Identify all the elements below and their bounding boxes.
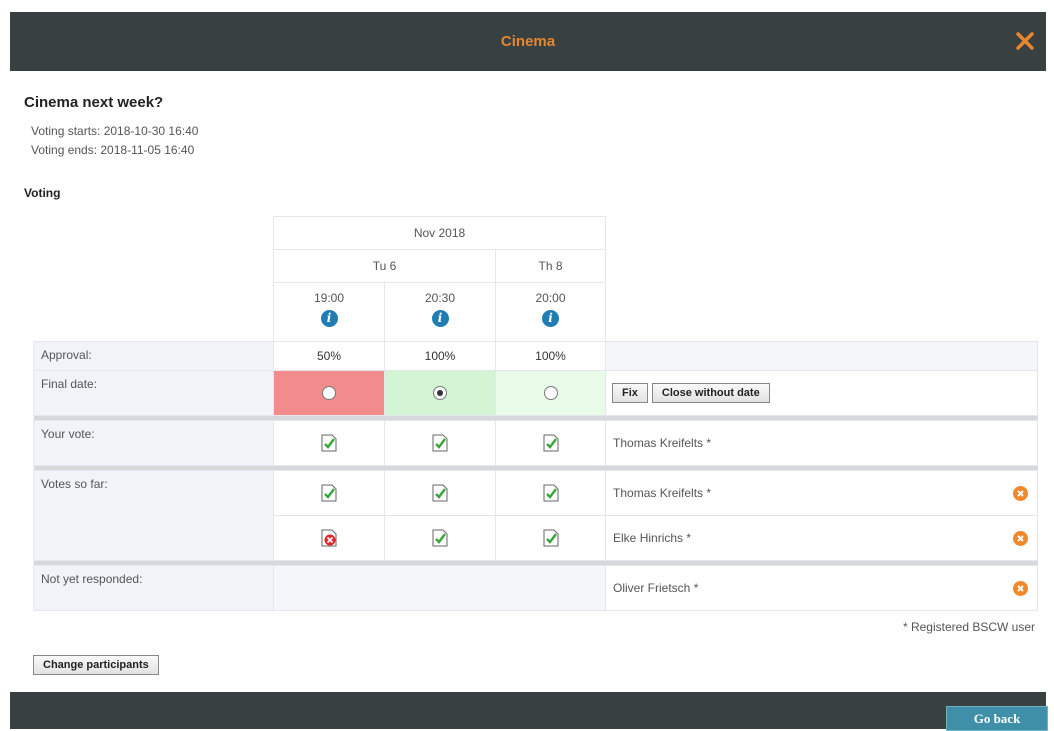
vote-cell	[494, 470, 607, 516]
vote-cell[interactable]	[384, 420, 496, 466]
final-date-option[interactable]	[494, 370, 607, 416]
vote-yes-icon	[432, 484, 448, 502]
footnote: * Registered BSCW user	[902, 620, 1035, 634]
vote-yes-icon	[543, 529, 559, 547]
final-date-radio[interactable]	[543, 386, 558, 401]
remove-icon[interactable]	[1013, 581, 1029, 596]
vote-cell	[494, 515, 607, 561]
day-header: Th 8	[494, 249, 607, 283]
bottom-bar	[10, 692, 1046, 729]
approval-value: 50%	[273, 341, 385, 371]
day-header: Tu 6	[273, 249, 496, 283]
pending-row: Oliver Frietsch *	[605, 565, 1039, 611]
vote-cell	[384, 515, 496, 561]
voter-name: Thomas Kreifelts *	[613, 486, 712, 500]
approval-label-text: Approval:	[41, 348, 92, 362]
poll-heading: Cinema next week?	[24, 94, 164, 111]
month-header: Nov 2018	[272, 216, 607, 250]
remove-icon[interactable]	[1013, 531, 1029, 546]
approval-value: 100%	[494, 341, 607, 371]
vote-yes-icon[interactable]	[432, 434, 448, 452]
your-vote-label-text: Your vote:	[41, 427, 95, 441]
vote-cell	[273, 515, 385, 561]
info-icon[interactable]: i	[431, 310, 449, 327]
vote-yes-icon	[543, 484, 559, 502]
approval-empty	[605, 341, 1039, 371]
vote-yes-icon	[432, 529, 448, 547]
info-icon[interactable]: i	[542, 310, 559, 327]
vote-yes-icon	[321, 484, 337, 502]
time-label: 20:00	[535, 291, 566, 305]
change-participants-button[interactable]: Change participants	[33, 655, 159, 675]
final-date-option[interactable]	[273, 370, 385, 416]
vote-cell[interactable]	[494, 420, 607, 466]
info-icon[interactable]: i	[320, 310, 338, 327]
your-vote-name: Thomas Kreifelts *	[605, 420, 1039, 466]
close-icon[interactable]	[1010, 26, 1040, 56]
window-title: Cinema	[500, 33, 556, 50]
vote-cell	[384, 470, 496, 516]
voting-section-title: Voting	[24, 186, 61, 200]
vote-no-icon	[321, 529, 337, 547]
approval-label: Approval:	[33, 341, 274, 371]
not-yet-responded-label: Not yet responded:	[33, 565, 274, 611]
time-label: 20:30	[424, 291, 456, 305]
time-label: 19:00	[313, 291, 345, 305]
title-bar: Cinema	[10, 12, 1046, 71]
final-date-label-text: Final date:	[41, 377, 98, 391]
voter-row: Elke Hinrichs *	[605, 515, 1039, 561]
vote-cell	[273, 470, 385, 516]
vote-yes-icon[interactable]	[321, 434, 337, 452]
pending-name: Oliver Frietsch *	[613, 581, 699, 595]
go-back-button[interactable]: Go back	[946, 706, 1048, 731]
not-yet-label-text: Not yet responded:	[41, 572, 143, 586]
final-date-actions: Fix Close without date	[605, 370, 1039, 416]
time-slot: 20:00 i	[494, 282, 607, 342]
your-vote-label: Your vote:	[33, 420, 274, 466]
vote-yes-icon[interactable]	[543, 434, 559, 452]
voter-row: Thomas Kreifelts *	[605, 470, 1039, 516]
vote-cell[interactable]	[273, 420, 385, 466]
votes-so-far-label-text: Votes so far:	[41, 477, 108, 491]
votes-so-far-label: Votes so far:	[33, 470, 274, 561]
fix-button[interactable]: Fix	[612, 383, 648, 403]
voter-name: Elke Hinrichs *	[613, 531, 692, 545]
final-date-radio-selected[interactable]	[433, 386, 447, 401]
voting-starts: Voting starts: 2018-10-30 16:40	[31, 124, 199, 138]
remove-icon[interactable]	[1013, 486, 1029, 501]
approval-value: 100%	[384, 341, 496, 371]
final-date-label: Final date:	[33, 370, 274, 416]
voting-ends: Voting ends: 2018-11-05 16:40	[31, 143, 195, 157]
final-date-radio[interactable]	[322, 386, 336, 401]
not-yet-empty	[272, 565, 607, 611]
final-date-option[interactable]	[384, 370, 496, 416]
voting-table: Nov 2018 Tu 6 Th 8 19:00 i 20:30 i 20:00…	[33, 216, 1039, 611]
time-slot: 20:30 i	[384, 282, 496, 342]
close-without-date-button[interactable]: Close without date	[651, 383, 770, 403]
time-slot: 19:00 i	[273, 282, 385, 342]
